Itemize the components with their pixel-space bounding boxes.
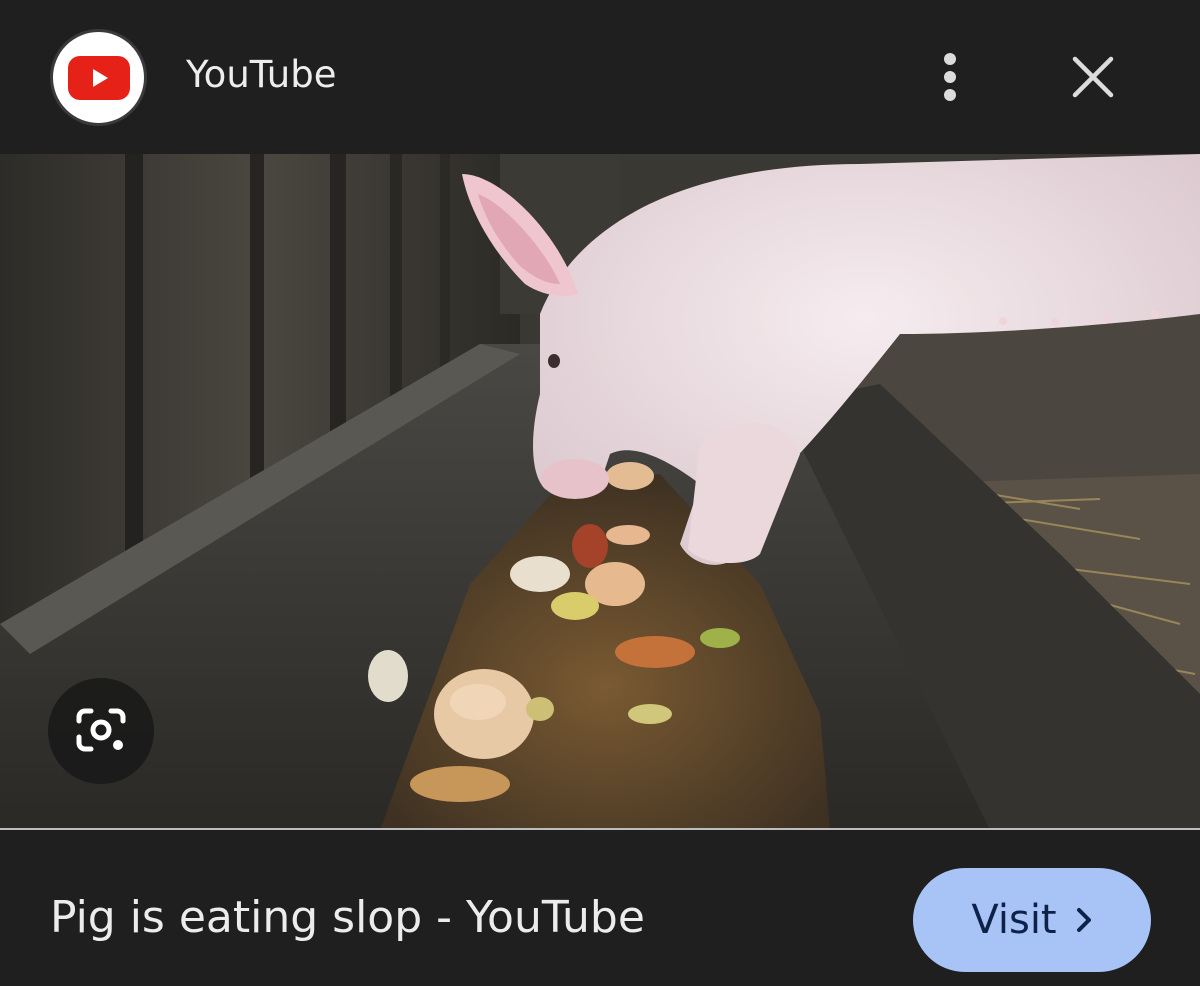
preview-image[interactable] <box>0 154 1200 830</box>
google-lens-button[interactable] <box>48 678 154 784</box>
result-title[interactable]: Pig is eating slop - YouTube <box>50 892 645 943</box>
visit-label: Visit <box>971 897 1057 943</box>
youtube-logo-icon[interactable] <box>50 29 147 126</box>
preview-header: YouTube <box>0 0 1200 154</box>
chevron-right-icon <box>1076 908 1091 932</box>
source-name: YouTube <box>186 53 337 96</box>
preview-footer: Pig is eating slop - YouTube Visit <box>0 830 1200 986</box>
more-options-icon[interactable] <box>920 44 980 110</box>
google-lens-icon <box>76 708 126 752</box>
visit-button[interactable]: Visit <box>913 868 1151 972</box>
pig-photo <box>0 154 1200 828</box>
close-icon[interactable] <box>1060 46 1126 108</box>
